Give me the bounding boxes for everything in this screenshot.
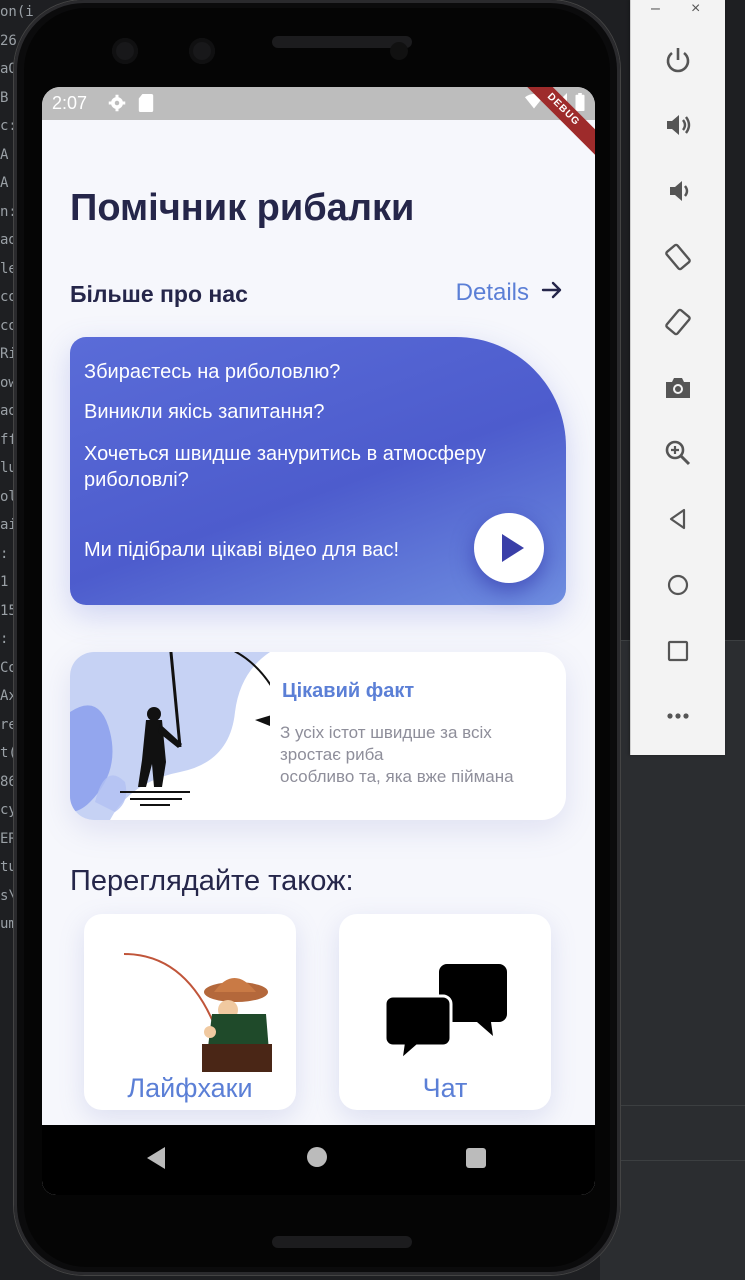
status-time: 2:07: [52, 93, 88, 113]
back-icon: [669, 508, 686, 530]
ide-code-fragment: on(i: [0, 4, 34, 20]
nav-back-icon[interactable]: [147, 1147, 165, 1169]
hero-line-4: Ми підібрали цікаві відео для вас!: [84, 539, 400, 561]
fisherman-boy-illustration: [123, 953, 272, 1072]
zoom-icon: [665, 440, 691, 466]
status-icons-left: [108, 94, 154, 117]
proximity-sensor: [390, 42, 408, 60]
nav-home-icon[interactable]: [307, 1147, 327, 1167]
screenshot-icon: [666, 378, 690, 398]
fisherman-illustration: [70, 652, 270, 820]
ide-code-fragment: 1: [0, 574, 9, 590]
front-sensor: [189, 38, 215, 64]
volume-down-button[interactable]: [660, 173, 696, 209]
more-button[interactable]: [660, 698, 696, 734]
chat-bubbles-icon: [383, 964, 507, 1064]
sd-card-icon: [138, 94, 154, 117]
overview-button[interactable]: [660, 633, 696, 669]
ide-code-fragment: A: [0, 175, 9, 191]
close-button[interactable]: ×: [691, 0, 700, 18]
ide-code-fragment: :: [0, 631, 9, 647]
hero-line-2: Виникли якісь запитання?: [84, 401, 325, 423]
ide-code-fragment: :: [0, 545, 9, 562]
power-button[interactable]: [660, 42, 696, 78]
home-button[interactable]: [660, 567, 696, 603]
ide-code-fragment: B: [0, 89, 9, 106]
lifehacks-tile[interactable]: Лайфхаки: [84, 914, 296, 1110]
hero-line-3: Хочеться швидше зануритись в атмосферу р…: [84, 443, 486, 491]
more-icon: [667, 713, 689, 719]
settings-icon: [108, 94, 126, 117]
zoom-button[interactable]: [660, 435, 696, 471]
see-also-heading: Переглядайте також:: [70, 865, 354, 897]
fact-text: З усіх істот швидше за всіх зростає риба…: [280, 722, 566, 788]
ide-code-fragment: 26: [0, 32, 17, 49]
fact-title: Цікавий факт: [282, 680, 415, 702]
fact-text-line-1: З усіх істот швидше за всіх зростає риба: [280, 723, 492, 764]
rotate-left-button[interactable]: [660, 239, 696, 275]
rotate-right-icon: [665, 308, 691, 336]
video-promo-card[interactable]: Збираєтесь на риболовлю? Виникли якісь з…: [70, 337, 566, 605]
volume-up-button[interactable]: [660, 107, 696, 143]
page-title: Помічник рибалки: [70, 187, 415, 229]
fact-card: Цікавий факт З усіх істот швидше за всіх…: [70, 652, 566, 820]
about-label: Більше про нас: [70, 281, 248, 307]
play-icon: [502, 534, 524, 562]
lifehacks-label: Лайфхаки: [127, 1073, 253, 1103]
status-bar: 2:07 DEBUG: [42, 87, 595, 159]
fact-text-line-2: особливо та, яка вже піймана: [280, 767, 514, 786]
volume-down-icon: [670, 181, 689, 201]
ide-code-fragment: A: [0, 146, 9, 163]
hero-line-1: Збираєтесь на риболовлю?: [84, 361, 341, 383]
overview-icon: [667, 640, 689, 662]
emulator-toolbar: – ×: [630, 0, 725, 755]
minimize-button[interactable]: –: [651, 0, 660, 18]
screenshot-button[interactable]: [660, 370, 696, 406]
power-icon: [666, 48, 690, 73]
chat-tile[interactable]: Чат: [339, 914, 551, 1110]
details-link-label: Details: [455, 279, 529, 306]
rotate-right-button[interactable]: [660, 304, 696, 340]
play-button[interactable]: [474, 513, 544, 583]
front-camera: [112, 38, 138, 64]
bottom-speaker: [272, 1236, 412, 1248]
app-screen: 2:07 DEBUG Помічник рибалки Більше про н…: [42, 87, 595, 1195]
nav-recents-icon[interactable]: [466, 1148, 486, 1168]
rotate-left-icon: [665, 243, 691, 271]
arrow-right-icon: [541, 279, 563, 307]
back-button[interactable]: [660, 501, 696, 537]
volume-up-icon: [667, 115, 691, 135]
chat-label: Чат: [422, 1073, 468, 1103]
details-link[interactable]: Details: [456, 279, 563, 307]
android-nav-bar: [42, 1125, 595, 1195]
home-icon: [667, 574, 689, 596]
